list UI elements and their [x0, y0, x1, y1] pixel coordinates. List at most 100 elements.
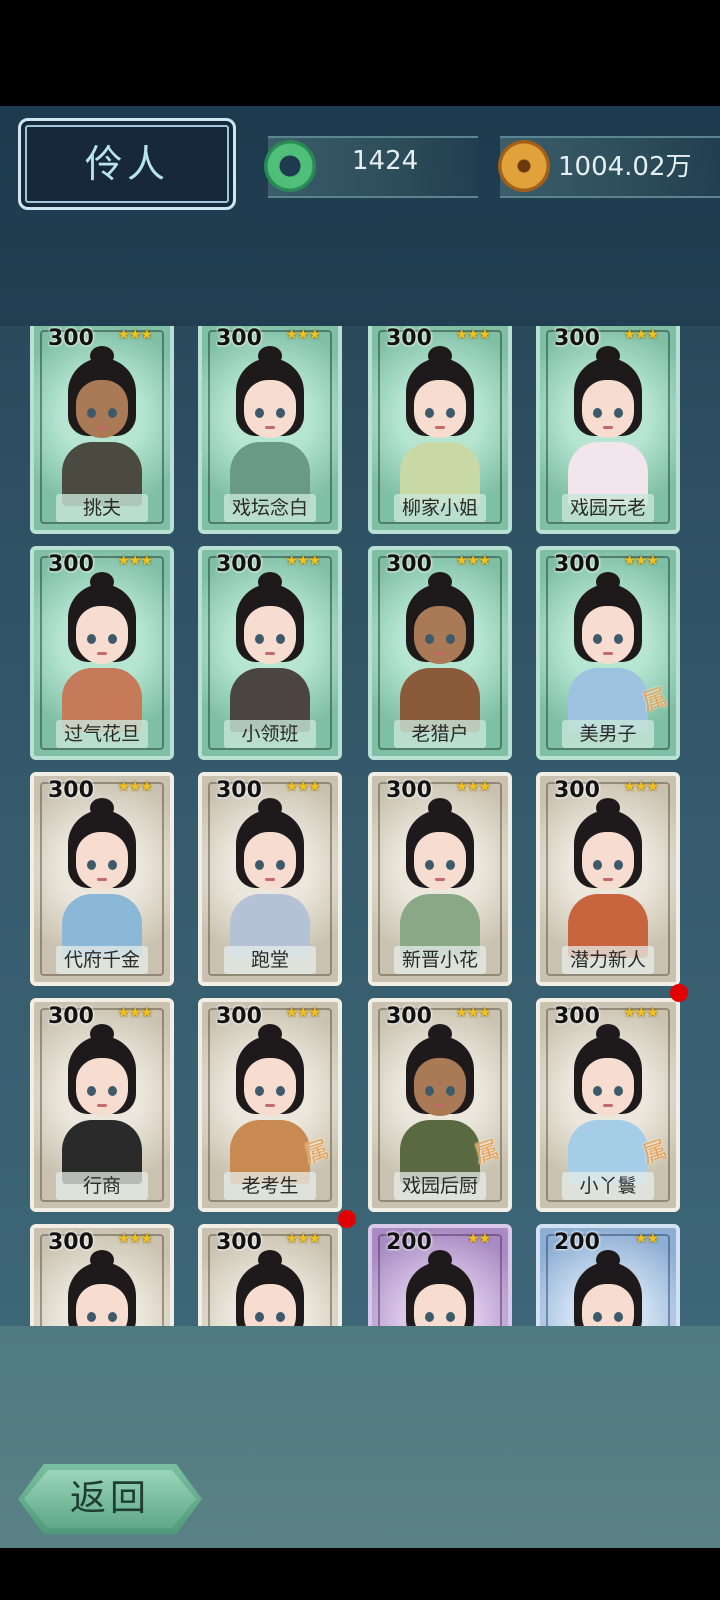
card-cost: 200 [554, 1230, 600, 1255]
card-name: 行商 [56, 1172, 148, 1200]
header-bar: 伶人 1424 1004.02万 [0, 106, 720, 326]
performer-card[interactable]: 300 ★★★ 过气花旦 [30, 546, 174, 760]
performer-card[interactable]: 300 ★★★ 美男子属 [536, 546, 680, 760]
character-portrait [230, 1024, 310, 1184]
card-name: 挑夫 [56, 494, 148, 522]
character-portrait [62, 346, 142, 506]
card-name: 跑堂 [224, 946, 316, 974]
card-name: 戏园元老 [562, 494, 654, 522]
card-name: 小领班 [224, 720, 316, 748]
card-cost: 300 [386, 326, 432, 351]
performer-card[interactable]: 300 ★★★ [30, 1224, 174, 1326]
character-portrait [568, 1024, 648, 1184]
performer-card[interactable]: 300 ★★★ 代府千金 [30, 772, 174, 986]
performer-card[interactable]: 200 ★★ [368, 1224, 512, 1326]
card-cost: 300 [216, 1230, 262, 1255]
star-rating-icon: ★★★ [455, 327, 491, 343]
character-portrait [400, 346, 480, 506]
star-rating-icon: ★★ [466, 1231, 491, 1247]
performer-card[interactable]: 300 ★★★ 跑堂 [198, 772, 342, 986]
card-cost: 300 [216, 778, 262, 803]
card-cost: 300 [48, 778, 94, 803]
character-portrait [230, 1250, 310, 1326]
performer-card[interactable]: 300 ★★★ 小丫鬟属 [536, 998, 680, 1212]
card-cost: 300 [48, 1004, 94, 1029]
star-rating-icon: ★★★ [117, 327, 153, 343]
card-cost: 300 [386, 1004, 432, 1029]
card-name: 新晋小花 [394, 946, 486, 974]
card-cost: 300 [48, 552, 94, 577]
character-portrait [62, 1024, 142, 1184]
performer-card[interactable]: 300 ★★★ 新晋小花 [368, 772, 512, 986]
character-portrait [230, 798, 310, 958]
character-portrait [400, 572, 480, 732]
character-portrait [568, 572, 648, 732]
performer-card[interactable]: 200 ★★ [536, 1224, 680, 1326]
card-name: 过气花旦 [56, 720, 148, 748]
card-name: 戏坛念白 [224, 494, 316, 522]
status-bar [0, 0, 720, 106]
performer-card[interactable]: 300 ★★★ 戏园后厨属 [368, 998, 512, 1212]
star-rating-icon: ★★★ [285, 1231, 321, 1247]
notification-dot-icon [670, 984, 688, 1002]
card-cost: 300 [386, 552, 432, 577]
page-title: 伶人 [84, 142, 169, 186]
card-name: 潜力新人 [562, 946, 654, 974]
card-cost: 300 [386, 778, 432, 803]
performer-card[interactable]: 300 ★★★ 行商 [30, 998, 174, 1212]
performer-card[interactable]: 300 ★★★ 戏园元老 [536, 326, 680, 534]
star-rating-icon: ★★★ [455, 1005, 491, 1021]
performer-card[interactable]: 300 ★★★ [198, 1224, 342, 1326]
system-nav-bar [0, 1548, 720, 1600]
card-cost: 300 [48, 1230, 94, 1255]
card-name: 美男子 [562, 720, 654, 748]
card-name: 戏园后厨 [394, 1172, 486, 1200]
star-rating-icon: ★★★ [285, 1005, 321, 1021]
card-cost: 300 [216, 552, 262, 577]
star-rating-icon: ★★★ [117, 553, 153, 569]
copper-coin-icon [498, 140, 550, 192]
card-name: 柳家小姐 [394, 494, 486, 522]
character-portrait [62, 1250, 142, 1326]
performer-card[interactable]: 300 ★★★ 小领班 [198, 546, 342, 760]
card-cost: 300 [216, 326, 262, 351]
character-portrait [62, 798, 142, 958]
performer-card[interactable]: 300 ★★★ 老猎户 [368, 546, 512, 760]
character-portrait [230, 346, 310, 506]
card-cost: 300 [216, 1004, 262, 1029]
jade-amount: 1424 [352, 146, 419, 176]
character-portrait [568, 798, 648, 958]
performer-card[interactable]: 300 ★★★ 戏坛念白 [198, 326, 342, 534]
card-name: 代府千金 [56, 946, 148, 974]
performer-card-grid[interactable]: 300 ★★★ 挑夫 300 ★★★ 戏坛念白 300 ★★★ 柳家小姐 300 ★★★ 戏园元老 30… [0, 326, 720, 1326]
star-rating-icon: ★★★ [623, 553, 659, 569]
performer-card[interactable]: 300 ★★★ 老考生属 [198, 998, 342, 1212]
jade-ring-icon [264, 140, 316, 192]
card-cost: 300 [554, 552, 600, 577]
performer-card[interactable]: 300 ★★★ 柳家小姐 [368, 326, 512, 534]
notification-dot-icon [338, 1210, 356, 1228]
coin-amount: 1004.02万 [558, 152, 692, 182]
card-cost: 300 [554, 1004, 600, 1029]
star-rating-icon: ★★★ [623, 779, 659, 795]
character-portrait [568, 346, 648, 506]
star-rating-icon: ★★★ [455, 553, 491, 569]
star-rating-icon: ★★★ [285, 327, 321, 343]
character-portrait [230, 572, 310, 732]
star-rating-icon: ★★★ [455, 779, 491, 795]
performer-card[interactable]: 300 ★★★ 潜力新人 [536, 772, 680, 986]
star-rating-icon: ★★★ [117, 1231, 153, 1247]
character-portrait [400, 798, 480, 958]
star-rating-icon: ★★★ [285, 553, 321, 569]
star-rating-icon: ★★★ [623, 327, 659, 343]
star-rating-icon: ★★★ [623, 1005, 659, 1021]
character-portrait [62, 572, 142, 732]
star-rating-icon: ★★★ [285, 779, 321, 795]
performer-card[interactable]: 300 ★★★ 挑夫 [30, 326, 174, 534]
star-rating-icon: ★★★ [117, 779, 153, 795]
back-button[interactable]: 返回 [18, 1464, 202, 1534]
character-portrait [400, 1024, 480, 1184]
card-cost: 300 [554, 778, 600, 803]
character-portrait [400, 1250, 480, 1326]
card-cost: 200 [386, 1230, 432, 1255]
